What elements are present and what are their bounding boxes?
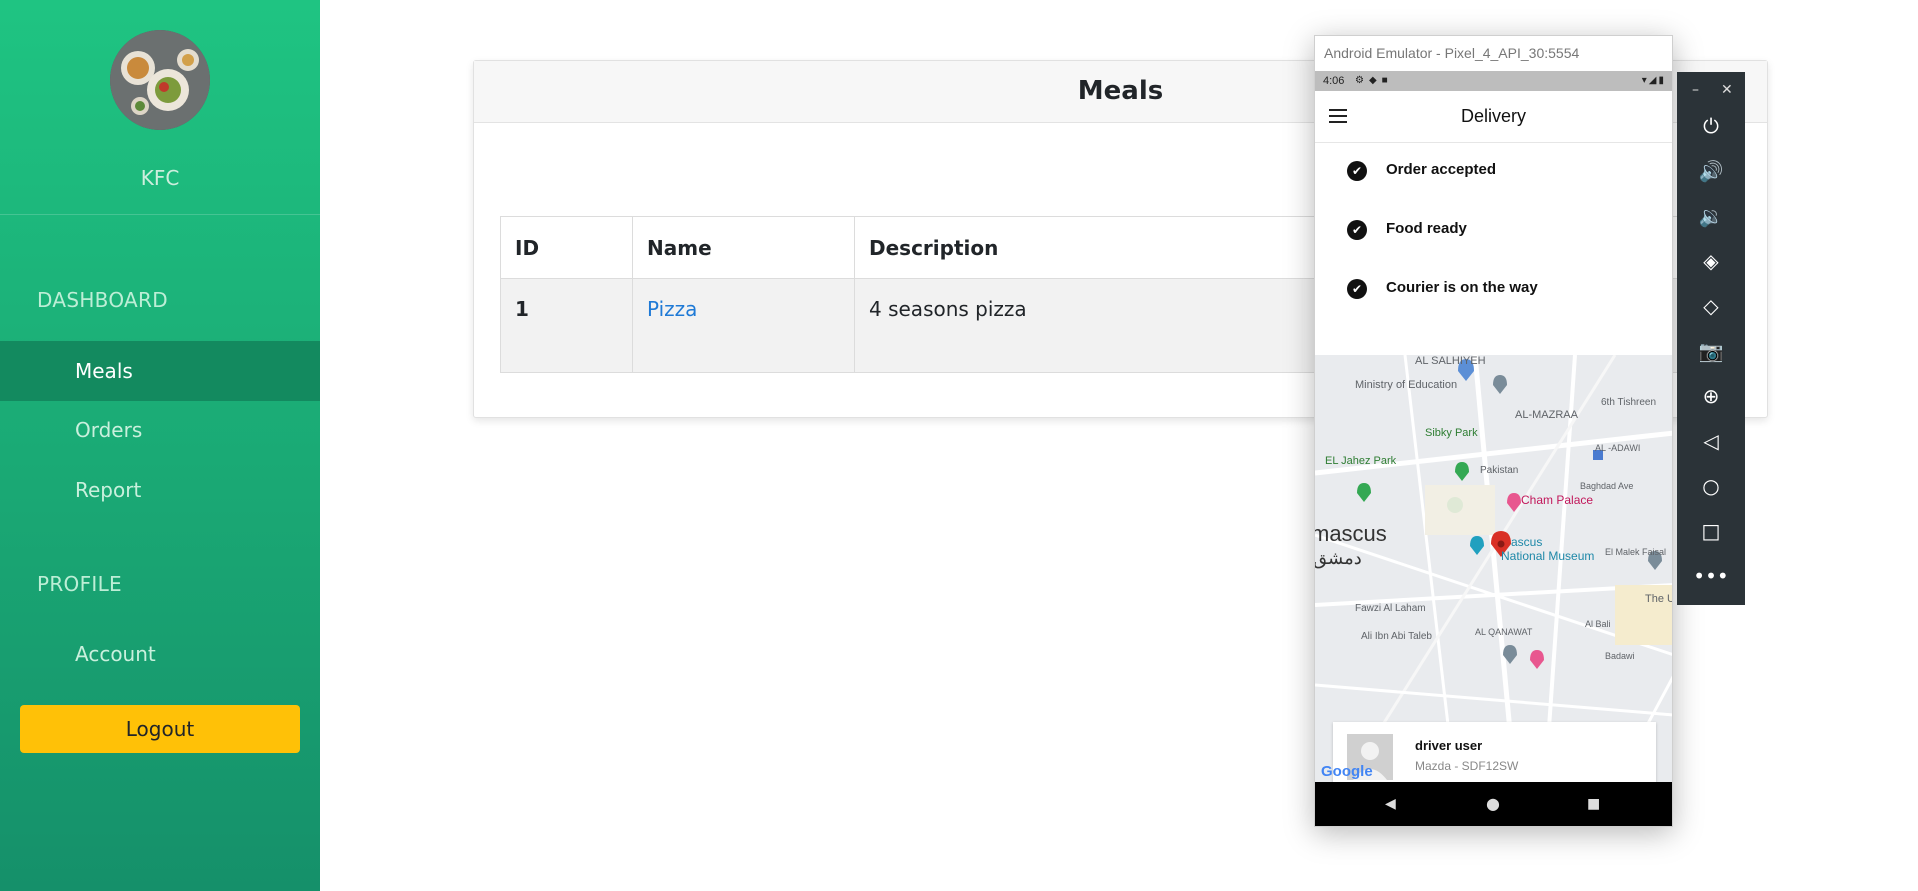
cell-name: Pizza bbox=[632, 278, 855, 373]
map-label: AL-MAZRAA bbox=[1515, 409, 1578, 421]
app-title: Delivery bbox=[1460, 106, 1526, 126]
status-step: ✔ Courier is on the way bbox=[1315, 269, 1672, 309]
driver-car: Mazda - SDF12SW bbox=[1415, 759, 1519, 773]
driver-name: driver user bbox=[1415, 738, 1483, 753]
map-label: Al Bali bbox=[1585, 619, 1611, 629]
emulator-window: Android Emulator - Pixel_4_API_30:5554 4… bbox=[1314, 35, 1673, 827]
cell-id: 1 bbox=[500, 278, 633, 373]
overview-icon[interactable]: □ bbox=[1677, 513, 1745, 549]
column-header-name: Name bbox=[632, 216, 855, 279]
check-icon: ✔ bbox=[1347, 220, 1367, 240]
map-label: Cham Palace bbox=[1521, 493, 1594, 507]
restaurant-avatar bbox=[110, 30, 210, 130]
home-icon[interactable]: ○ bbox=[1677, 468, 1745, 504]
map-label: Fawzi Al Laham bbox=[1355, 603, 1426, 614]
map-label: Sibky Park bbox=[1425, 427, 1478, 439]
signal-battery-icon: ▾◢▮ bbox=[1641, 75, 1666, 86]
status-icons: ⚙◆■ bbox=[1355, 75, 1393, 86]
map-label: Ali Ibn Abi Taleb bbox=[1361, 631, 1432, 642]
map-label: Badawi bbox=[1605, 651, 1635, 661]
google-logo: Google bbox=[1321, 763, 1373, 780]
map-label: National Museum bbox=[1501, 549, 1595, 563]
status-step: ✔ Order accepted bbox=[1315, 151, 1672, 191]
emulator-title: Android Emulator - Pixel_4_API_30:5554 bbox=[1315, 36, 1672, 71]
rotate-right-icon[interactable]: ◇ bbox=[1677, 288, 1745, 324]
close-icon[interactable]: ✕ bbox=[1721, 82, 1733, 98]
map-label: AL SALHIYEH bbox=[1415, 355, 1486, 367]
map-label: AL -ADAWI bbox=[1595, 443, 1641, 453]
back-icon[interactable]: ◁ bbox=[1677, 423, 1745, 459]
emulator-toolbar: – ✕ ⏻ 🔊 🔉 ◈ ◇ 📷 ⊕ ◁ ○ □ ••• bbox=[1677, 72, 1745, 605]
nav-overview-icon[interactable]: ■ bbox=[1587, 796, 1600, 812]
map-label: EL Jahez Park bbox=[1325, 455, 1397, 467]
nav-home-icon[interactable]: ● bbox=[1486, 794, 1500, 813]
profile-heading: PROFILE bbox=[37, 572, 122, 596]
check-icon: ✔ bbox=[1347, 279, 1367, 299]
map-label: The Ur bbox=[1645, 593, 1672, 605]
volume-up-icon[interactable]: 🔊 bbox=[1677, 153, 1745, 189]
status-time: 4:06 bbox=[1323, 75, 1345, 87]
sidebar-item-orders[interactable]: Orders bbox=[0, 400, 320, 460]
map-label: 6th Tishreen bbox=[1601, 397, 1657, 408]
more-icon[interactable]: ••• bbox=[1677, 558, 1745, 594]
map-view[interactable]: AL SALHIYEH Ministry of Education 6th Ti… bbox=[1315, 355, 1672, 785]
volume-down-icon[interactable]: 🔉 bbox=[1677, 198, 1745, 234]
driver-card[interactable]: driver user Mazda - SDF12SW bbox=[1333, 722, 1656, 785]
map-label: AL QANAWAT bbox=[1475, 627, 1533, 637]
column-header-id: ID bbox=[500, 216, 633, 279]
map-label: دمشق bbox=[1315, 548, 1362, 568]
map-label: Ministry of Education bbox=[1355, 379, 1458, 391]
map-label: Baghdad Ave bbox=[1580, 481, 1634, 491]
order-status-list: ✔ Order accepted ✔ Food ready ✔ Courier … bbox=[1315, 143, 1672, 347]
restaurant-name: KFC bbox=[140, 166, 180, 190]
map-label: mascus bbox=[1315, 521, 1387, 546]
app-bar: Delivery bbox=[1315, 91, 1672, 143]
status-step-label: Food ready bbox=[1386, 220, 1467, 237]
rotate-left-icon[interactable]: ◈ bbox=[1677, 243, 1745, 279]
sidebar-item-account[interactable]: Account bbox=[0, 624, 320, 684]
sidebar-item-report[interactable]: Report bbox=[0, 460, 320, 520]
sidebar: KFC DASHBOARD Meals Orders Report PROFIL… bbox=[0, 0, 320, 891]
logout-button[interactable]: Logout bbox=[20, 705, 300, 753]
camera-icon[interactable]: 📷 bbox=[1677, 333, 1745, 369]
map-label: El Malek Faisal bbox=[1605, 547, 1667, 557]
map-label: ascus bbox=[1511, 535, 1543, 549]
status-step: ✔ Food ready bbox=[1315, 210, 1672, 250]
android-nav-bar: ◀ ● ■ bbox=[1315, 782, 1672, 826]
status-step-label: Courier is on the way bbox=[1386, 279, 1538, 296]
sidebar-item-meals[interactable]: Meals bbox=[0, 341, 320, 401]
meal-link[interactable]: Pizza bbox=[647, 297, 697, 321]
minimize-icon[interactable]: – bbox=[1692, 82, 1699, 98]
map-label: Pakistan bbox=[1480, 465, 1519, 476]
zoom-icon[interactable]: ⊕ bbox=[1677, 378, 1745, 414]
power-icon[interactable]: ⏻ bbox=[1677, 108, 1745, 144]
nav-back-icon[interactable]: ◀ bbox=[1385, 796, 1396, 812]
status-step-label: Order accepted bbox=[1386, 161, 1497, 178]
map-roads bbox=[1315, 355, 1672, 785]
phone-status-bar: 4:06 ⚙◆■ ▾◢▮ bbox=[1315, 71, 1672, 91]
check-icon: ✔ bbox=[1347, 161, 1367, 181]
dashboard-heading: DASHBOARD bbox=[37, 288, 168, 312]
sidebar-divider bbox=[0, 214, 320, 215]
google-logo-text: Google bbox=[1321, 763, 1373, 780]
